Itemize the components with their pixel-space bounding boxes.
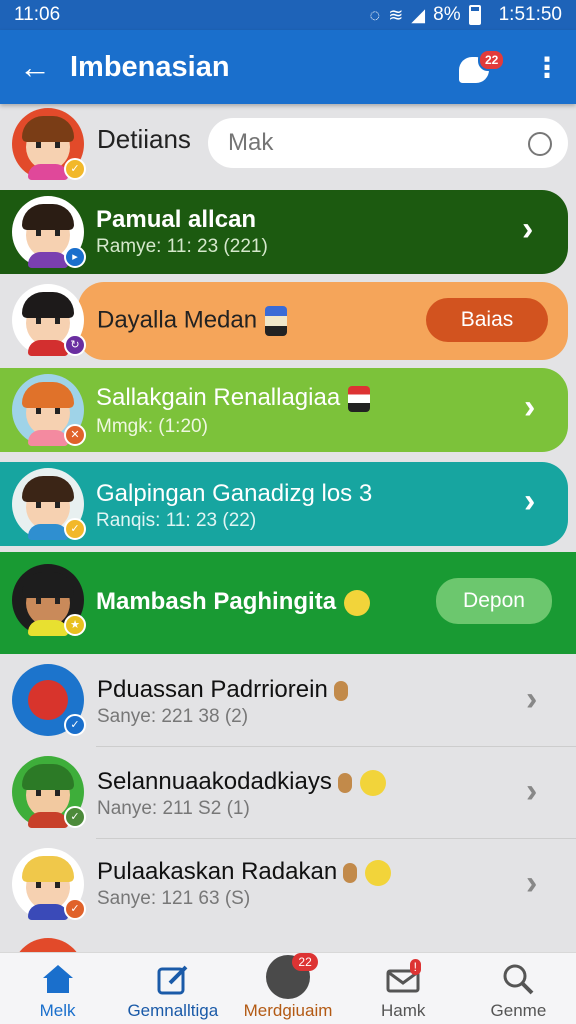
avatar: ✓: [12, 108, 86, 180]
nav-item-merdgiuaim[interactable]: 22 Merdgiuaim: [230, 953, 345, 1024]
list-item[interactable]: ▸ Pamual allcan Ramye: 11: 23 (221) ›: [0, 190, 576, 274]
chevron-right-icon[interactable]: ›: [526, 680, 537, 719]
chevron-right-icon[interactable]: ›: [522, 210, 533, 249]
depon-button[interactable]: Depon: [436, 578, 552, 624]
item-name: Sallakgain Renallagiaa: [96, 384, 371, 412]
page-title: Imbenasian: [70, 50, 230, 83]
item-name: Dayalla Medan: [97, 306, 288, 336]
edit-icon: [156, 963, 190, 995]
item-name: Pulaakaskan Radakan: [97, 858, 392, 886]
smile-emoji-icon: [344, 589, 371, 616]
search-input[interactable]: [208, 118, 568, 168]
figure-emoji-icon: [333, 680, 348, 701]
nav-label: Melk: [39, 1001, 76, 1020]
item-name: Pduassan Padrriorein: [97, 676, 348, 704]
status-bar: 11:06 ◌ ≋ ◢ 8% 1:51:50: [0, 0, 576, 30]
status-time: 11:06: [14, 4, 61, 25]
alert-badge: !: [409, 959, 421, 975]
notification-badge: 22: [292, 953, 318, 971]
wifi-icon: ≋: [388, 4, 404, 25]
battery-percent: 8%: [433, 4, 461, 25]
list-item[interactable]: ★ Mambash Paghingita Depon: [0, 552, 576, 654]
nav-label: Genme: [490, 1001, 547, 1020]
item-subtitle: Mmgk: (1:20): [96, 416, 208, 437]
item-name: Selannuaakodadkiays: [97, 768, 386, 796]
item-name: Pamual allcan: [96, 206, 257, 233]
search-label: Detiians: [97, 124, 191, 154]
app-bar: ← Imbenasian 22 ⋮: [0, 30, 576, 104]
list-item[interactable]: ✓ Pduassan Padrriorein Sanye: 221 38 (2)…: [0, 656, 576, 746]
list-item[interactable]: ✕ Sallakgain Renallagiaa Mmgk: (1:20) ›: [0, 368, 576, 452]
signal-icon: ◢: [411, 4, 426, 25]
divider: [96, 746, 576, 747]
status-badge: ✓: [64, 158, 86, 180]
item-subtitle: Ranqis: 11: 23 (22): [96, 510, 257, 531]
item-name: Galpingan Ganadizg los 3: [96, 480, 373, 507]
nav-item-genme[interactable]: Genme: [461, 953, 576, 1024]
item-name: Mambash Paghingita: [96, 588, 371, 616]
item-subtitle: Sanye: 121 63 (S): [97, 888, 251, 909]
avatar: ↻: [12, 284, 86, 356]
nav-item-hamk[interactable]: ! Hamk: [346, 953, 461, 1024]
status-badge: ✓: [64, 518, 86, 540]
status-clock: 1:51:50: [498, 4, 562, 25]
figure-emoji-icon: [343, 862, 358, 883]
status-badge: ↻: [64, 334, 86, 356]
tools-icon: [28, 680, 68, 720]
status-badge: ✓: [64, 806, 86, 828]
avatar: ★: [12, 564, 86, 636]
nav-item-melk[interactable]: Melk: [0, 953, 115, 1024]
status-badge: ✕: [64, 424, 86, 446]
box-emoji-icon: [265, 306, 288, 336]
smile-emoji-icon: [365, 859, 392, 886]
search-row: ✓ Detiians: [0, 104, 576, 184]
status-badge: ✓: [64, 714, 86, 736]
home-icon: [41, 963, 75, 995]
nav-label: Merdgiuaim: [243, 1001, 333, 1020]
avatar: ✓: [12, 756, 86, 828]
status-badge: ✓: [64, 898, 86, 920]
status-icons: ◌ ≋ ◢ 8% 1:51:50: [369, 4, 562, 26]
item-subtitle: Nanye: 211 S2 (1): [97, 798, 250, 819]
smile-emoji-icon: [359, 769, 386, 796]
list-item[interactable]: ✓ Galpingan Ganadizg los 3 Ranqis: 11: 2…: [0, 462, 576, 546]
nav-label: Hamk: [381, 1001, 426, 1020]
item-subtitle: Ramye: 11: 23 (221): [96, 236, 268, 257]
battery-icon: [468, 5, 481, 25]
list-item[interactable]: ↻ Dayalla Medan Baias: [0, 282, 576, 360]
chevron-right-icon[interactable]: ›: [524, 388, 535, 427]
figure-emoji-icon: [337, 772, 352, 793]
nav-label: Gemnalltiga: [127, 1001, 219, 1020]
avatar: ✓: [12, 848, 86, 920]
avatar: ✕: [12, 374, 86, 446]
sync-icon: ◌: [369, 4, 381, 25]
chevron-right-icon[interactable]: ›: [524, 482, 535, 521]
status-badge: ★: [64, 614, 86, 636]
status-badge: ▸: [64, 246, 86, 268]
emoji-icon[interactable]: [528, 132, 552, 156]
bottom-nav: Melk Gemnalltiga 22 Merdgiuaim ! Hamk Ge…: [0, 952, 576, 1024]
divider: [96, 838, 576, 839]
chat-notification-button[interactable]: 22: [456, 47, 506, 87]
notification-badge: 22: [478, 49, 506, 71]
nav-item-gemnalltiga[interactable]: Gemnalltiga: [115, 953, 230, 1024]
chevron-right-icon[interactable]: ›: [526, 772, 537, 811]
list-item[interactable]: ✓ Selannuaakodadkiays Nanye: 211 S2 (1) …: [0, 748, 576, 838]
avatar: ✓: [12, 468, 86, 540]
item-subtitle: Sanye: 221 38 (2): [97, 706, 249, 727]
avatar: ✓: [12, 664, 86, 736]
search-icon: [501, 963, 535, 995]
baias-button[interactable]: Baias: [426, 298, 548, 342]
back-arrow-icon[interactable]: ←: [0, 49, 70, 86]
list-item[interactable]: ✓ Pulaakaskan Radakan Sanye: 121 63 (S) …: [0, 840, 576, 930]
chevron-right-icon[interactable]: ›: [526, 864, 537, 903]
flag-emoji-icon: [348, 385, 371, 412]
more-options-icon[interactable]: ⋮: [532, 51, 562, 84]
avatar: ▸: [12, 196, 86, 268]
